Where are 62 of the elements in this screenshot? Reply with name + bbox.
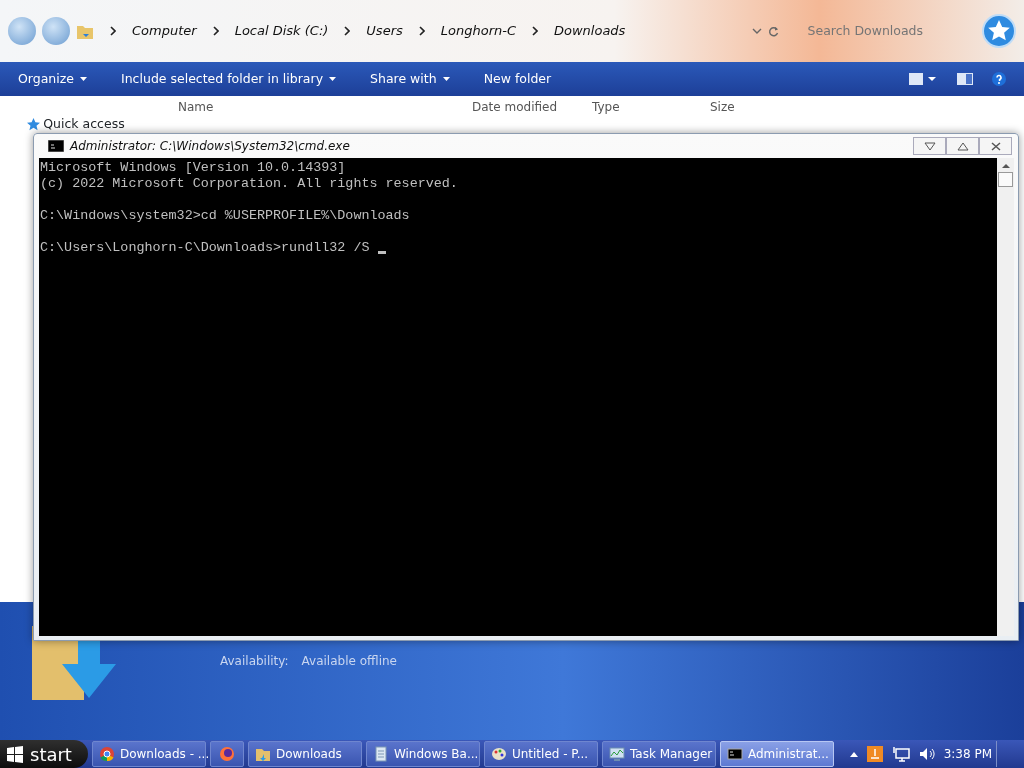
volume-icon[interactable] xyxy=(918,747,935,761)
taskbar-button[interactable]: Windows Ba... xyxy=(365,741,480,767)
minimize-button[interactable] xyxy=(913,137,946,155)
taskbar-button[interactable]: Downloads xyxy=(247,741,362,767)
notepad-icon xyxy=(372,746,389,762)
palette-icon xyxy=(490,746,507,762)
chevron-icon xyxy=(212,26,219,36)
toolbar-button[interactable]: New folder xyxy=(483,69,552,89)
console-line: C:\Windows\system32>cd %USERPROFILE%\Downloads xyxy=(40,208,410,224)
details-value: Available offline xyxy=(301,653,397,670)
maximize-button[interactable] xyxy=(946,137,979,155)
toolbar-button[interactable]: Share with xyxy=(370,69,450,89)
windows-logo-icon xyxy=(6,745,24,763)
chevron-icon xyxy=(532,26,538,36)
address-segment[interactable]: Local Disk (C:) xyxy=(234,21,329,41)
taskbar-button[interactable]: Task Manager xyxy=(601,741,716,767)
address-segment[interactable]: Users xyxy=(366,21,403,41)
column-header[interactable]: Type xyxy=(584,97,702,116)
address-segment[interactable]: Computer xyxy=(132,21,197,41)
chevron-icon xyxy=(110,26,116,36)
browser-icon xyxy=(98,746,115,762)
chevron-icon xyxy=(418,26,425,36)
view-icon[interactable] xyxy=(909,73,937,85)
chart-icon xyxy=(608,746,625,762)
scrollbar[interactable] xyxy=(997,158,1014,636)
toolbar-button[interactable]: Organize xyxy=(18,69,87,89)
back-button[interactable] xyxy=(8,17,36,45)
column-header[interactable]: Date modified xyxy=(464,97,584,116)
star-icon xyxy=(27,117,40,131)
address-segment[interactable]: Longhorn-C xyxy=(440,21,516,41)
folder-icon xyxy=(254,746,271,762)
preview-pane-icon[interactable] xyxy=(956,73,973,85)
start-button[interactable]: start xyxy=(0,740,88,768)
terminal-icon xyxy=(48,140,64,152)
column-header[interactable]: Name xyxy=(170,97,464,116)
show-hidden-icons-button[interactable] xyxy=(849,751,858,757)
app-icon[interactable] xyxy=(866,746,883,762)
triangle-down-icon xyxy=(923,141,936,151)
console-line: C:\Users\Longhorn-C\Downloads>rundll32 /S xyxy=(40,240,371,256)
network-icon[interactable] xyxy=(891,746,910,762)
column-header[interactable]: Size xyxy=(702,97,782,116)
chevron-icon xyxy=(344,26,351,36)
refresh-icon[interactable] xyxy=(768,25,779,37)
console-line: Microsoft Windows [Version 10.0.14393] xyxy=(40,160,346,176)
terminal-icon xyxy=(726,746,743,762)
close-button[interactable] xyxy=(979,137,1012,155)
clock[interactable]: 3:38 PM xyxy=(943,745,992,763)
help-icon[interactable] xyxy=(992,72,1006,86)
taskbar-button[interactable]: Untitled - P... xyxy=(483,741,598,767)
taskbar-button[interactable] xyxy=(209,741,244,767)
forward-button[interactable] xyxy=(42,17,70,45)
details-label: Availability: xyxy=(220,653,289,670)
dropdown-icon[interactable] xyxy=(751,28,762,34)
taskbar-button[interactable]: Downloads - ... xyxy=(91,741,206,767)
search-field[interactable]: Search Downloads xyxy=(805,20,976,42)
toolbar-button[interactable]: Include selected folder in library xyxy=(121,69,337,89)
nav-item[interactable]: Quick access xyxy=(43,117,125,131)
close-icon xyxy=(989,141,1002,151)
window-title: Administrator: C:\Windows\System32\cmd.exe xyxy=(70,138,350,155)
triangle-up-icon xyxy=(956,141,969,151)
console-line: (c) 2022 Microsoft Corporation. All rights reserved. xyxy=(40,176,458,192)
address-segment[interactable]: Downloads xyxy=(554,21,626,41)
